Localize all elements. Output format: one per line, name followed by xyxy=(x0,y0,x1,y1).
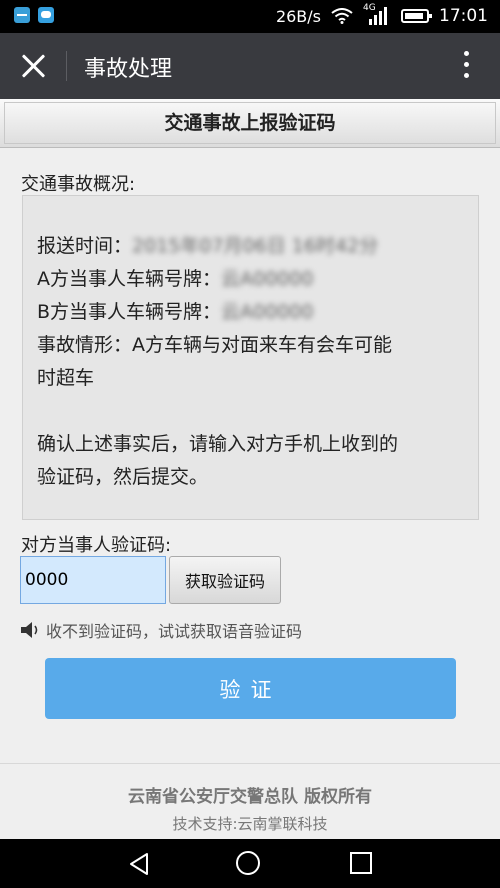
party-b-row: B方当事人车辆号牌：云A00000 xyxy=(37,296,464,329)
accident-info-box: 报送时间：2015年07月06日 16时42分 A方当事人车辆号牌：云A0000… xyxy=(22,195,479,520)
voice-hint-text: 收不到验证码，试试获取语音验证码 xyxy=(46,622,303,641)
party-b-label: B方当事人车辆号牌： xyxy=(37,301,222,323)
chat-app-icon xyxy=(38,7,54,23)
situation-line-1: 事故情形：A方车辆与对面来车有会车可能 xyxy=(37,334,392,356)
footer: 云南省公安厅交警总队 版权所有 技术支持:云南掌联科技 xyxy=(0,763,500,840)
more-vertical-icon[interactable] xyxy=(464,51,470,81)
nav-recent-icon[interactable] xyxy=(350,852,372,874)
status-right: 26B/s 4G 17:01 xyxy=(275,3,488,26)
network-speed: 26B/s xyxy=(275,6,321,26)
status-bar: 26B/s 4G 17:01 xyxy=(0,0,500,33)
voice-code-hint[interactable]: 收不到验证码，试试获取语音验证码 xyxy=(20,618,302,642)
status-notification-icons xyxy=(14,7,54,23)
situation-line-2: 时超车 xyxy=(37,367,95,389)
overview-label: 交通事故概况: xyxy=(21,174,136,195)
wifi-icon xyxy=(331,8,353,24)
party-b-plate: 云A00000 xyxy=(221,301,314,323)
system-nav-bar xyxy=(0,839,500,888)
confirm-line-2: 验证码，然后提交。 xyxy=(37,466,209,488)
report-time-label: 报送时间： xyxy=(37,235,133,257)
report-time-row: 报送时间：2015年07月06日 16时42分 xyxy=(37,230,464,263)
title-divider xyxy=(66,51,67,81)
page-title: 事故处理 xyxy=(84,57,173,82)
title-bar: 事故处理 xyxy=(0,33,500,99)
verify-code-label: 对方当事人验证码: xyxy=(21,535,172,556)
nav-home-icon[interactable] xyxy=(236,851,260,875)
signal-icon xyxy=(369,7,387,25)
section-title: 交通事故上报验证码 xyxy=(0,99,500,148)
close-icon[interactable] xyxy=(20,53,46,79)
party-a-plate: 云A00000 xyxy=(221,268,314,290)
cell-signal: 4G xyxy=(363,3,391,25)
clock: 17:01 xyxy=(439,6,488,26)
verify-button[interactable]: 验证 xyxy=(45,658,456,719)
battery-icon xyxy=(401,9,432,23)
get-code-button[interactable]: 获取验证码 xyxy=(169,556,281,604)
nav-back-icon[interactable] xyxy=(127,852,151,876)
confirm-line-1: 确认上述事实后，请输入对方手机上收到的 xyxy=(37,433,399,455)
verify-code-input[interactable] xyxy=(20,556,166,604)
speaker-icon xyxy=(21,622,38,638)
party-a-row: A方当事人车辆号牌：云A00000 xyxy=(37,263,464,296)
footer-copyright: 云南省公安厅交警总队 版权所有 xyxy=(128,787,372,807)
party-a-label: A方当事人车辆号牌： xyxy=(37,268,221,290)
footer-support: 技术支持:云南掌联科技 xyxy=(172,815,328,833)
report-time-value: 2015年07月06日 16时42分 xyxy=(132,235,379,257)
health-app-icon xyxy=(14,7,30,23)
